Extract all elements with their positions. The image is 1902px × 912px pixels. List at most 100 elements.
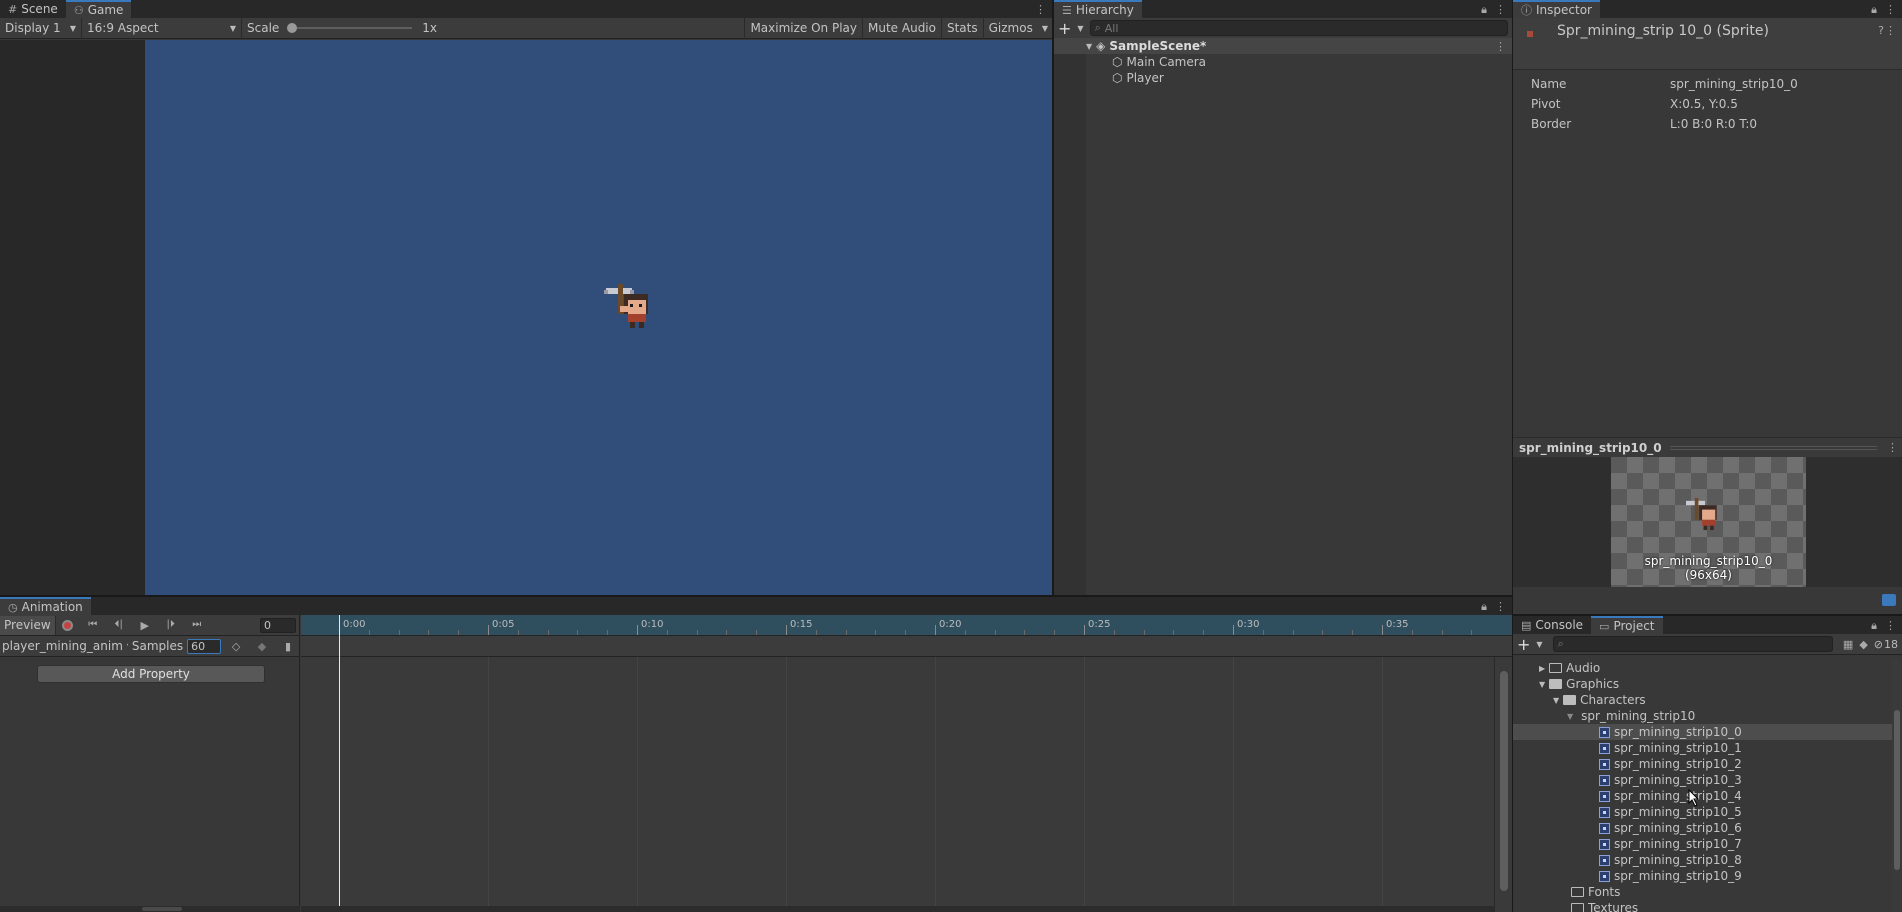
- folder-row[interactable]: Textures: [1513, 900, 1892, 912]
- tab-animation[interactable]: ◷ Animation: [0, 597, 91, 615]
- timeline-horizontal-scrollbar[interactable]: [301, 906, 1494, 912]
- timeline-tick: [1113, 630, 1115, 635]
- sprite-row[interactable]: spr_mining_strip10_6: [1513, 820, 1892, 836]
- add-event-marker-icon[interactable]: ▮: [277, 641, 299, 652]
- kebab-menu-icon[interactable]: ⋮: [1495, 4, 1506, 15]
- preview-toggle[interactable]: Preview: [0, 615, 56, 635]
- kebab-menu-icon[interactable]: ⋮: [1887, 442, 1898, 453]
- lock-icon[interactable]: 🔒︎: [1481, 601, 1487, 612]
- timeline-vertical-scrollbar[interactable]: [1494, 657, 1512, 912]
- sprite-row[interactable]: spr_mining_strip10_2: [1513, 756, 1892, 772]
- sprite-row[interactable]: spr_mining_strip10_1: [1513, 740, 1892, 756]
- folder-row[interactable]: ▼ Characters: [1513, 692, 1892, 708]
- search-icon: ⌕: [1094, 21, 1101, 34]
- chevron-down-icon[interactable]: ▼: [1077, 24, 1083, 33]
- sprite-row[interactable]: spr_mining_strip10_0: [1513, 724, 1892, 740]
- record-button[interactable]: [56, 616, 80, 635]
- game-view[interactable]: [145, 40, 1052, 595]
- clip-dropdown[interactable]: player_mining_anim ▼: [2, 639, 128, 653]
- sprite-row[interactable]: spr_mining_strip10_9: [1513, 868, 1892, 884]
- tab-hierarchy[interactable]: ☰ Hierarchy: [1054, 0, 1142, 18]
- timeline-tick: [488, 625, 489, 635]
- scale-slider[interactable]: [287, 22, 413, 34]
- display-dropdown[interactable]: Display 1 ▼: [0, 17, 82, 39]
- tab-game[interactable]: ⚇ Game: [65, 0, 132, 18]
- samples-input[interactable]: 60: [187, 638, 222, 654]
- timeline-ruler[interactable]: 0:00 0:05 0:10 0:15 0:20 0:25 0:30 0:35: [301, 615, 1512, 636]
- help-icon[interactable]: ?: [1878, 25, 1884, 36]
- project-search-input[interactable]: ⌕: [1552, 636, 1833, 652]
- playhead[interactable]: [339, 615, 340, 912]
- expand-arrow-icon[interactable]: ▶: [1539, 664, 1545, 673]
- expand-arrow-icon[interactable]: ▼: [1567, 712, 1573, 721]
- filter-by-label-icon[interactable]: ◆: [1859, 639, 1867, 650]
- scale-label: Scale: [247, 21, 280, 35]
- play-icon[interactable]: ▶: [132, 620, 158, 631]
- folder-row[interactable]: ▶ Audio: [1513, 660, 1892, 676]
- tab-inspector[interactable]: ⓘ Inspector: [1513, 0, 1600, 18]
- field-value: spr_mining_strip10_0: [1670, 77, 1798, 91]
- asset-label-icon[interactable]: [1882, 594, 1896, 606]
- aspect-dropdown[interactable]: 16:9 Aspect ▼: [82, 17, 242, 39]
- hierarchy-item[interactable]: ⬡ Main Camera: [1054, 54, 1512, 70]
- timeline[interactable]: 0:00 0:05 0:10 0:15 0:20 0:25 0:30 0:35: [301, 615, 1512, 912]
- kebab-menu-icon[interactable]: ⋮: [1035, 4, 1046, 15]
- expand-arrow-icon[interactable]: ▼: [1539, 680, 1545, 689]
- sprite-row[interactable]: spr_mining_strip10_7: [1513, 836, 1892, 852]
- project-scrollbar[interactable]: [1892, 660, 1902, 912]
- scale-slider-thumb[interactable]: [287, 23, 298, 33]
- timeline-gridline: [815, 657, 817, 912]
- hidden-packages-toggle[interactable]: ⊘ 18: [1874, 638, 1898, 651]
- folder-row[interactable]: Fonts: [1513, 884, 1892, 900]
- tab-scene[interactable]: # Scene: [0, 0, 66, 18]
- add-icon[interactable]: +: [1058, 19, 1071, 38]
- kebab-menu-icon[interactable]: ⋮: [1885, 4, 1896, 15]
- frame-input[interactable]: 0: [260, 617, 296, 633]
- hierarchy-item[interactable]: ⬡ Player: [1054, 70, 1512, 86]
- tab-console[interactable]: ▤ Console: [1513, 616, 1591, 634]
- add-property-button[interactable]: Add Property: [37, 665, 265, 683]
- gizmos-dropdown[interactable]: ▼: [1038, 18, 1052, 39]
- scene-row[interactable]: ▼ ◈ SampleScene* ⋮: [1054, 38, 1512, 54]
- add-icon[interactable]: +: [1517, 635, 1530, 654]
- tab-project[interactable]: ▭ Project: [1591, 616, 1663, 634]
- lock-icon[interactable]: 🔒︎: [1871, 4, 1877, 15]
- controls-horizontal-scrollbar[interactable]: [0, 906, 300, 912]
- hierarchy-search-input[interactable]: ⌕ All: [1089, 20, 1508, 36]
- sprite-row[interactable]: spr_mining_strip10_8: [1513, 852, 1892, 868]
- sprite-label: spr_mining_strip10_3: [1614, 773, 1742, 787]
- sprite-row[interactable]: spr_mining_strip10_4: [1513, 788, 1892, 804]
- kebab-menu-icon[interactable]: ⋮: [1885, 620, 1896, 631]
- expand-arrow-icon[interactable]: ▼: [1086, 42, 1092, 51]
- filter-by-type-icon[interactable]: ▦: [1843, 639, 1853, 650]
- lock-icon[interactable]: 🔒︎: [1871, 620, 1877, 631]
- add-event-icon[interactable]: ◆: [251, 641, 273, 652]
- maximize-on-play-toggle[interactable]: Maximize On Play: [744, 17, 864, 39]
- sprite-icon: [1599, 870, 1610, 882]
- timeline-events-row[interactable]: [301, 636, 1512, 657]
- sprite-label: spr_mining_strip10_4: [1614, 789, 1742, 803]
- tab-game-label: Game: [87, 3, 124, 17]
- kebab-menu-icon[interactable]: ⋮: [1885, 25, 1896, 36]
- timeline-tick: [1471, 630, 1473, 635]
- stats-toggle[interactable]: Stats: [942, 17, 984, 39]
- next-keyframe-icon[interactable]: |⏵: [158, 620, 184, 630]
- kebab-menu-icon[interactable]: ⋮: [1495, 601, 1506, 612]
- preview-drag-handle[interactable]: [1669, 445, 1877, 450]
- gizmos-toggle[interactable]: Gizmos: [984, 18, 1038, 39]
- previous-keyframe-icon[interactable]: ⏴|: [106, 620, 132, 630]
- project-tabbar: ▤ Console ▭ Project 🔒︎ ⋮: [1513, 616, 1902, 634]
- add-keyframe-icon[interactable]: ◇: [225, 641, 247, 652]
- last-keyframe-icon[interactable]: ⏭: [184, 620, 210, 630]
- texture-row[interactable]: ▼ spr_mining_strip10: [1513, 708, 1892, 724]
- kebab-menu-icon[interactable]: ⋮: [1495, 41, 1506, 52]
- expand-arrow-icon[interactable]: ▼: [1553, 696, 1559, 705]
- folder-row[interactable]: ▼ Graphics: [1513, 676, 1892, 692]
- sprite-row[interactable]: spr_mining_strip10_3: [1513, 772, 1892, 788]
- lock-icon[interactable]: 🔒︎: [1481, 4, 1487, 15]
- chevron-down-icon[interactable]: ▼: [1536, 640, 1542, 649]
- timeline-tick: [1411, 630, 1413, 635]
- mute-audio-toggle[interactable]: Mute Audio: [863, 17, 942, 39]
- sprite-row[interactable]: spr_mining_strip10_5: [1513, 804, 1892, 820]
- first-keyframe-icon[interactable]: ⏮: [80, 620, 106, 630]
